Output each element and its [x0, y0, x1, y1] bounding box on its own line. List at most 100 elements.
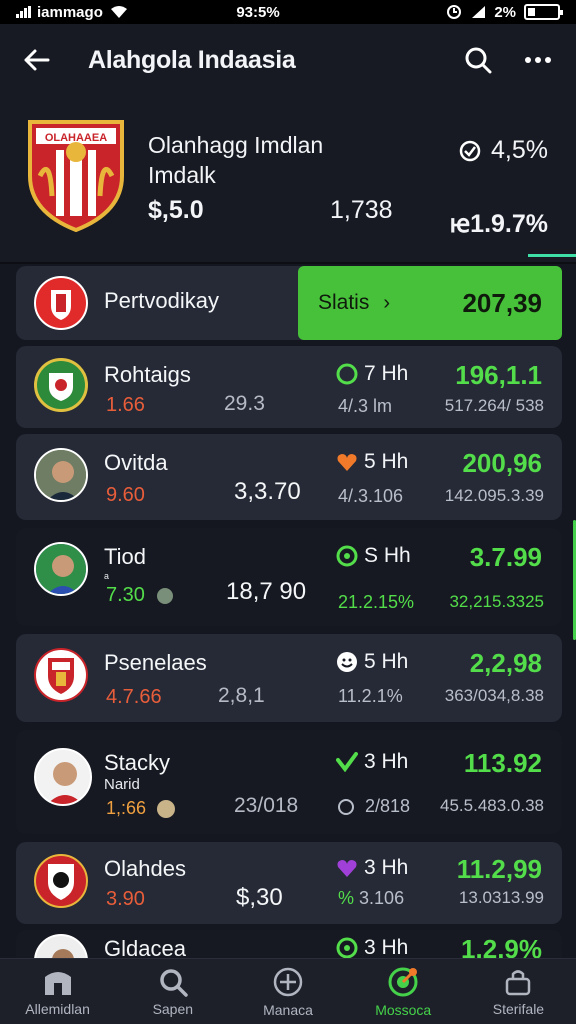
- club-crest-icon: [34, 648, 88, 702]
- tab-search[interactable]: Sapen: [115, 959, 230, 1024]
- more-options-button[interactable]: [518, 40, 558, 80]
- status-bar: iammago 93:5% 2%: [0, 0, 576, 24]
- tab-store[interactable]: Sterifale: [461, 959, 576, 1024]
- battery-percent: 2%: [494, 3, 516, 21]
- heart-icon: [337, 860, 357, 877]
- team-price: $,5.0: [148, 196, 204, 224]
- tab-label: Mossoca: [375, 1001, 432, 1018]
- shield-icon: [336, 363, 358, 385]
- player-avatar: [34, 748, 92, 806]
- signal-icon: [16, 6, 31, 18]
- list-item-mid: 3,3.70: [234, 478, 301, 505]
- team-name-line1: Olanhagg Imdlan: [148, 132, 324, 158]
- carrier-label: iammago: [37, 3, 103, 21]
- tab-stadium[interactable]: Allemidlan: [0, 959, 115, 1024]
- list-item-price: 11.2,99: [456, 854, 542, 884]
- stadium-icon: [44, 971, 71, 995]
- list-item-subtitle: ᵃ: [104, 570, 109, 585]
- back-button[interactable]: [18, 42, 54, 78]
- search-button[interactable]: [458, 40, 498, 80]
- list-item-time: S Hh: [336, 544, 411, 568]
- tab-manage[interactable]: Manaca: [230, 959, 345, 1024]
- club-crest-icon: [34, 358, 88, 412]
- list-item[interactable]: Rohtaigs 1.66 29.3 7 Hh 4/.3 lm 196,1.1 …: [16, 346, 562, 428]
- list-item-price: 200,96: [462, 448, 542, 478]
- list-item[interactable]: Olahdes 3.90 $,30 3 Hh % 3.106 11.2,99 1…: [16, 842, 562, 924]
- list-item-highlight[interactable]: Pertvodikay Slatis › 207,39: [16, 266, 562, 340]
- header-accent-line: [528, 254, 576, 257]
- list-item-mid: 29.3: [224, 392, 265, 415]
- list-item-subtitle: Narid: [104, 776, 140, 793]
- list-item-price: 2,2,98: [469, 648, 542, 678]
- tab-label: Allemidlan: [25, 1000, 90, 1017]
- bag-icon: [506, 969, 531, 995]
- list-item-name: Pertvodikay: [104, 288, 219, 313]
- coin-icon: [157, 800, 176, 819]
- list-item-name: Psenelaes: [104, 650, 207, 675]
- stats-button[interactable]: Slatis › 207,39: [298, 266, 562, 340]
- list-item[interactable]: Stacky Narid 1,:66 23/018 3 Hh 2/818 113…: [16, 730, 562, 834]
- target-icon: [336, 937, 358, 959]
- list-item-time: 3 Hh: [336, 750, 408, 774]
- back-arrow-icon: [24, 49, 50, 71]
- team-percent: ꭡ1.9.7%: [449, 210, 548, 238]
- list-item-volume: 13.0313.99: [458, 888, 544, 907]
- list-item-change: 4.7.66: [106, 686, 162, 708]
- club-crest-icon: [34, 276, 88, 330]
- list-item-name: Ovitda: [104, 450, 168, 475]
- list-item[interactable]: Tiod ᵃ 7.30 18,7 90 S Hh 21.2.15% 3.7.99…: [16, 528, 562, 626]
- team-change: 4,5%: [459, 136, 548, 165]
- list-item-mid: $,30: [236, 884, 283, 911]
- list-item-volume: 45.5.483.0.38: [440, 796, 544, 815]
- clock: 93:5%: [236, 3, 280, 21]
- list-item-change: 3.90: [106, 888, 145, 910]
- list-item-volume: 363/034,8.38: [444, 686, 544, 705]
- list-item-volume: 517.264/ 538: [444, 396, 544, 415]
- percent-icon: %: [338, 888, 355, 908]
- checkmark-icon: [336, 752, 358, 772]
- crosshair-icon: [273, 967, 303, 996]
- target-icon: [388, 967, 418, 996]
- list-item-time: 5 Hh: [336, 650, 408, 674]
- cell-signal-icon: [472, 6, 486, 18]
- list-item-mid: 2,8,1: [218, 684, 265, 707]
- tab-active[interactable]: Mossoca: [346, 959, 461, 1024]
- list-item-price: 113.92: [463, 748, 542, 778]
- list-item-volume: 142.095.3.39: [444, 486, 544, 505]
- team-name: Olanhagg Imdlan Imdalk: [148, 130, 408, 190]
- list-item-price: 3.7.99: [469, 542, 542, 572]
- alarm-icon: [447, 5, 462, 19]
- list-item-pct: 11.2.1%: [338, 686, 403, 706]
- battery-icon: [524, 4, 563, 20]
- player-avatar: [34, 448, 88, 502]
- smiley-icon: [337, 652, 357, 672]
- list-item-name: Stacky: [104, 750, 171, 775]
- list-item-pct: 4/.3 lm: [338, 396, 393, 416]
- stats-button-value: 207,39: [462, 287, 542, 318]
- team-header: Alahgola Indaasia OLAHAAEA Olanhagg Imdl…: [0, 24, 576, 264]
- list-item-pct: 2/818: [338, 796, 410, 817]
- list-item-change: 9.60: [106, 484, 145, 506]
- tab-label: Sterifale: [492, 1000, 545, 1017]
- chevron-right-icon: ›: [383, 291, 391, 314]
- list-item-name: Olahdes: [104, 856, 186, 881]
- list-item-name: Tiod: [104, 544, 146, 569]
- bottom-nav: Allemidlan Sapen Manaca Mossoca Sterifal…: [0, 958, 576, 1024]
- settings-icon: [338, 799, 354, 816]
- search-icon: [160, 968, 188, 997]
- coin-icon: [156, 587, 173, 604]
- list-item[interactable]: Ovitda 9.60 3,3.70 5 Hh 4/.3.106 200,96 …: [16, 434, 562, 520]
- page-title: Alahgola Indaasia: [88, 45, 296, 74]
- list-item-change: 1.66: [106, 394, 145, 416]
- list-item[interactable]: Psenelaes 4.7.66 2,8,1 5 Hh 11.2.1% 2,2,…: [16, 634, 562, 722]
- team-name-line2: Imdalk: [148, 162, 216, 188]
- list-item-pct: 21.2.15%: [338, 592, 415, 612]
- club-crest-icon: [34, 854, 88, 908]
- team-crest-icon: OLAHAAEA: [28, 120, 124, 232]
- list-item-time: 3 Hh: [336, 856, 408, 880]
- app-bar: Alahgola Indaasia: [0, 24, 576, 96]
- list-item-mid: 18,7 90: [226, 578, 307, 605]
- tab-label: Sapen: [152, 1000, 194, 1017]
- stats-button-label: Slatis: [318, 291, 370, 314]
- list-item-volume: 32,215.3325: [449, 592, 544, 611]
